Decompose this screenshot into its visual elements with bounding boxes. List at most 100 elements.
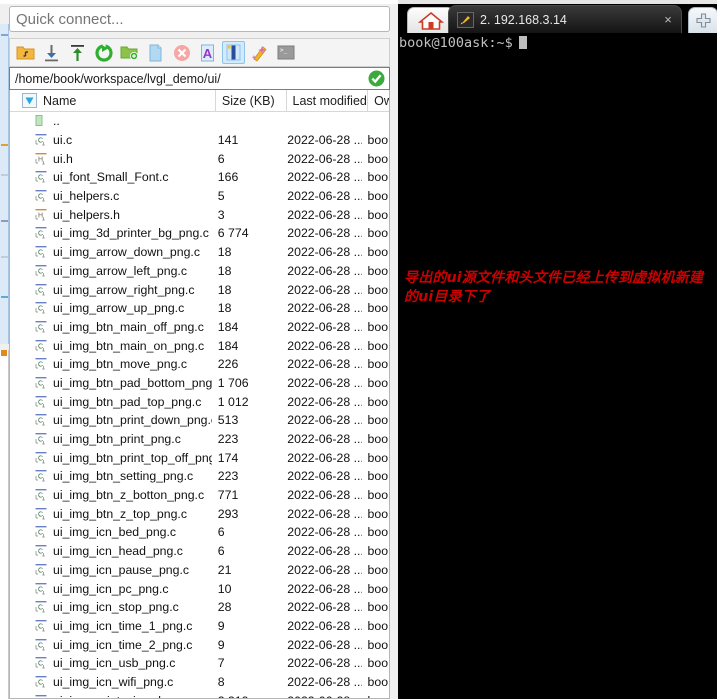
file-name-cell[interactable]: Cui_img_icn_wifi_png.c: [10, 675, 212, 689]
table-row[interactable]: Cui_img_icn_bed_png.c 6 2022-06-28 ... boo: [10, 523, 389, 542]
column-header-owner[interactable]: Ow: [367, 90, 389, 112]
tab-home[interactable]: [407, 7, 454, 33]
column-header-modified[interactable]: Last modified: [285, 90, 368, 112]
site-manager-button[interactable]: [14, 41, 37, 64]
table-row[interactable]: Cui_img_icn_time_1_png.c 9 2022-06-28 ... b…: [10, 617, 389, 636]
table-row[interactable]: Cui_img_arrow_down_png.c 18 2022-06-28 ...…: [10, 243, 389, 262]
file-name-cell[interactable]: Cui_img_btn_main_on_png.c: [10, 339, 212, 353]
table-row[interactable]: Cui_img_arrow_up_png.c 18 2022-06-28 ... bo…: [10, 299, 389, 318]
table-row[interactable]: Cui_img_icn_pc_png.c 10 2022-06-28 ... boo: [10, 579, 389, 598]
refresh-button[interactable]: [92, 41, 115, 64]
terminal-output-area[interactable]: book@100ask:~$ 导出的ui源文件和头文件已经上传到虚拟机新建的ui…: [398, 33, 717, 699]
table-row[interactable]: Cui_img_icn_pause_png.c 21 2022-06-28 ... b…: [10, 561, 389, 580]
table-row[interactable]: Cui_helpers.c 5 2022-06-28 ... boo: [10, 187, 389, 206]
file-name-cell[interactable]: Cui_img_btn_move_png.c: [10, 357, 212, 371]
table-row[interactable]: Cui_img_btn_main_off_png.c 184 2022-06-28 …: [10, 318, 389, 337]
tab-ssh-session[interactable]: 2. 192.168.3.14 ×: [448, 5, 682, 33]
permissions-button[interactable]: [248, 41, 271, 64]
rename-button[interactable]: A: [196, 41, 219, 64]
file-name-cell[interactable]: Cui_img_icn_pc_png.c: [10, 582, 212, 596]
file-name-cell[interactable]: Cui_img_icn_pause_png.c: [10, 563, 212, 577]
file-owner-cell: boo: [367, 189, 389, 204]
column-header-size[interactable]: Size (KB): [214, 90, 286, 112]
table-row[interactable]: ..: [10, 112, 389, 131]
file-name-cell[interactable]: Cui_img_btn_setting_png.c: [10, 469, 212, 483]
new-tab-button[interactable]: [688, 7, 717, 33]
table-row[interactable]: Cui_img_icn_head_png.c 6 2022-06-28 ... boo: [10, 542, 389, 561]
remote-path-bar[interactable]: /home/book/workspace/lvgl_demo/ui/: [9, 67, 390, 90]
file-name-cell[interactable]: Cui_font_Small_Font.c: [10, 170, 212, 184]
terminal-button[interactable]: >_: [274, 41, 297, 64]
table-row[interactable]: Cui_img_btn_move_png.c 226 2022-06-28 ... b…: [10, 355, 389, 374]
file-name-cell[interactable]: Cui_img_arrow_left_png.c: [10, 264, 212, 278]
table-row[interactable]: Cui_img_btn_pad_top_png.c 1 012 2022-06-28…: [10, 392, 389, 411]
table-row[interactable]: Cui_img_btn_setting_png.c 223 2022-06-28 .…: [10, 467, 389, 486]
table-row[interactable]: Cui_img_icn_time_2_png.c 9 2022-06-28 ... b…: [10, 635, 389, 654]
table-row[interactable]: Cui_img_btn_z_top_png.c 293 2022-06-28 ...…: [10, 504, 389, 523]
file-name-cell[interactable]: Cui_img_icn_usb_png.c: [10, 656, 212, 670]
file-name-cell[interactable]: Cui_img_btn_main_off_png.c: [10, 320, 212, 334]
file-modified-cell: 2022-06-28 ...: [287, 394, 362, 409]
table-row[interactable]: Cui_img_3d_printer_bg_png.c 6 774 2022-06-…: [10, 224, 389, 243]
file-name-cell[interactable]: Cui_img_3d_printer_bg_png.c: [10, 226, 212, 240]
table-row[interactable]: Cui_img_btn_print_top_off_png.c 174 2022-0…: [10, 448, 389, 467]
file-name-cell[interactable]: Cui_img_icn_bed_png.c: [10, 525, 212, 539]
table-row[interactable]: Cui_font_Small_Font.c 166 2022-06-28 ... bo…: [10, 168, 389, 187]
file-owner-cell: boo: [367, 562, 389, 577]
file-name-cell[interactable]: Cui_img_print_view_bg_png.c: [10, 694, 212, 698]
file-modified-cell: 2022-06-28 ...: [287, 618, 362, 633]
file-owner-cell: boo: [367, 375, 389, 390]
file-name-cell[interactable]: Cui.c: [10, 133, 212, 147]
remote-path-value[interactable]: /home/book/workspace/lvgl_demo/ui/: [15, 72, 368, 86]
upload-button[interactable]: [66, 41, 89, 64]
new-file-button[interactable]: [144, 41, 167, 64]
tab-close-icon[interactable]: ×: [661, 13, 675, 27]
file-name-cell[interactable]: Cui_helpers.c: [10, 189, 212, 203]
file-size-cell: 7: [217, 656, 225, 671]
remote-file-list[interactable]: Name Size (KB) Last modified Ow .. Cui.c 1…: [9, 90, 390, 699]
file-name-cell[interactable]: Hui_helpers.h: [10, 208, 212, 222]
download-button[interactable]: [40, 41, 63, 64]
table-row[interactable]: Cui_img_btn_print_png.c 223 2022-06-28 ...…: [10, 430, 389, 449]
file-name-label: ui_img_icn_head_png.c: [53, 544, 183, 559]
svg-text:C: C: [38, 642, 43, 649]
file-name-cell[interactable]: Cui_img_btn_z_top_png.c: [10, 507, 212, 521]
file-name-cell[interactable]: Cui_img_btn_print_down_png.c: [10, 413, 212, 427]
table-row[interactable]: Cui_img_arrow_left_png.c 18 2022-06-28 ...…: [10, 262, 389, 281]
file-name-label: ui_img_icn_usb_png.c: [53, 656, 176, 671]
table-row[interactable]: Hui_helpers.h 3 2022-06-28 ... boo: [10, 205, 389, 224]
file-name-cell[interactable]: Cui_img_icn_time_2_png.c: [10, 638, 212, 652]
table-row[interactable]: Cui_img_icn_wifi_png.c 8 2022-06-28 ... boo: [10, 673, 389, 692]
quick-connect-input[interactable]: [9, 6, 390, 32]
file-name-cell[interactable]: Cui_img_arrow_right_png.c: [10, 283, 212, 297]
file-name-cell[interactable]: Cui_img_btn_print_top_off_png.c: [10, 451, 212, 465]
delete-button[interactable]: [170, 41, 193, 64]
file-name-cell[interactable]: ..: [10, 114, 212, 128]
file-name-label: ui.h: [53, 151, 73, 166]
file-name-cell[interactable]: Cui_img_btn_print_png.c: [10, 432, 212, 446]
file-name-cell[interactable]: Cui_img_btn_pad_top_png.c: [10, 395, 212, 409]
table-row[interactable]: Hui.h 6 2022-06-28 ... boo: [10, 149, 389, 168]
file-name-cell[interactable]: Cui_img_btn_pad_bottom_png.c: [10, 376, 212, 390]
file-name-cell[interactable]: Cui_img_icn_time_1_png.c: [10, 619, 212, 633]
table-row[interactable]: Cui_img_btn_print_down_png.c 513 2022-06-2…: [10, 411, 389, 430]
table-row[interactable]: Cui_img_btn_pad_bottom_png.c 1 706 2022-06…: [10, 374, 389, 393]
column-header-name[interactable]: Name: [10, 90, 215, 112]
new-folder-button[interactable]: [118, 41, 141, 64]
file-name-cell[interactable]: Cui_img_icn_stop_png.c: [10, 600, 212, 614]
file-name-cell[interactable]: Cui_img_icn_head_png.c: [10, 544, 212, 558]
table-row[interactable]: Cui_img_icn_stop_png.c 28 2022-06-28 ... bo…: [10, 598, 389, 617]
c-file-icon: C: [34, 339, 48, 353]
table-row[interactable]: Cui_img_print_view_bg_png.c2 3192022-06-…: [10, 691, 389, 698]
file-name-cell[interactable]: Cui_img_arrow_up_png.c: [10, 301, 212, 315]
file-name-cell[interactable]: Cui_img_arrow_down_png.c: [10, 245, 212, 259]
table-row[interactable]: Cui_img_icn_usb_png.c 7 2022-06-28 ... boo: [10, 654, 389, 673]
table-row[interactable]: Cui.c 141 2022-06-28 ... boo: [10, 131, 389, 150]
table-row[interactable]: Cui_img_btn_z_botton_png.c 771 2022-06-28 …: [10, 486, 389, 505]
file-name-cell[interactable]: Cui_img_btn_z_botton_png.c: [10, 488, 212, 502]
file-name-cell[interactable]: Hui.h: [10, 152, 212, 166]
edit-file-button[interactable]: [222, 41, 245, 64]
file-name-label: ui_img_arrow_left_png.c: [53, 263, 187, 278]
table-row[interactable]: Cui_img_arrow_right_png.c 18 2022-06-28 ..…: [10, 280, 389, 299]
table-row[interactable]: Cui_img_btn_main_on_png.c 184 2022-06-28 .…: [10, 336, 389, 355]
